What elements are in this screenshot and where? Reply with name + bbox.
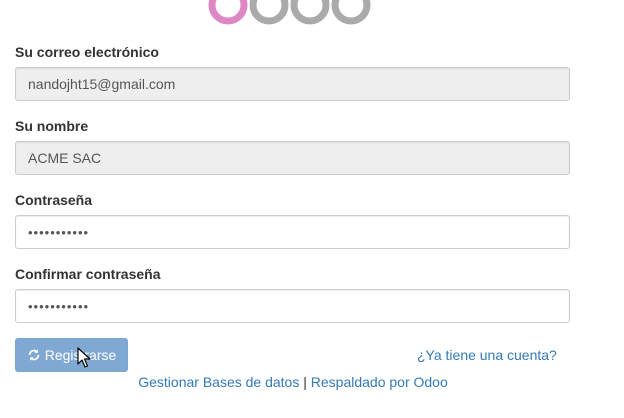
register-button[interactable]: Registrarse [15, 338, 128, 372]
confirm-password-label: Confirmar contraseña [15, 266, 161, 282]
name-label: Su nombre [15, 118, 89, 134]
name-field[interactable] [15, 141, 570, 175]
manage-databases-link[interactable]: Gestionar Bases de datos [138, 374, 299, 390]
mouse-cursor-icon [77, 347, 91, 368]
footer-links: Gestionar Bases de datos | Respaldado po… [0, 374, 586, 390]
email-label: Su correo electrónico [15, 44, 159, 60]
password-field[interactable] [15, 215, 570, 249]
confirm-password-field[interactable] [15, 289, 570, 323]
powered-by-odoo-link[interactable]: Respaldado por Odoo [311, 374, 448, 390]
footer-separator: | [299, 374, 311, 390]
email-field[interactable] [15, 67, 570, 101]
signup-page: Su correo electrónico Su nombre Contrase… [0, 0, 624, 418]
login-link[interactable]: ¿Ya tiene una cuenta? [417, 347, 557, 363]
refresh-icon [27, 348, 41, 362]
odoo-logo [208, 0, 371, 25]
password-label: Contraseña [15, 192, 93, 208]
